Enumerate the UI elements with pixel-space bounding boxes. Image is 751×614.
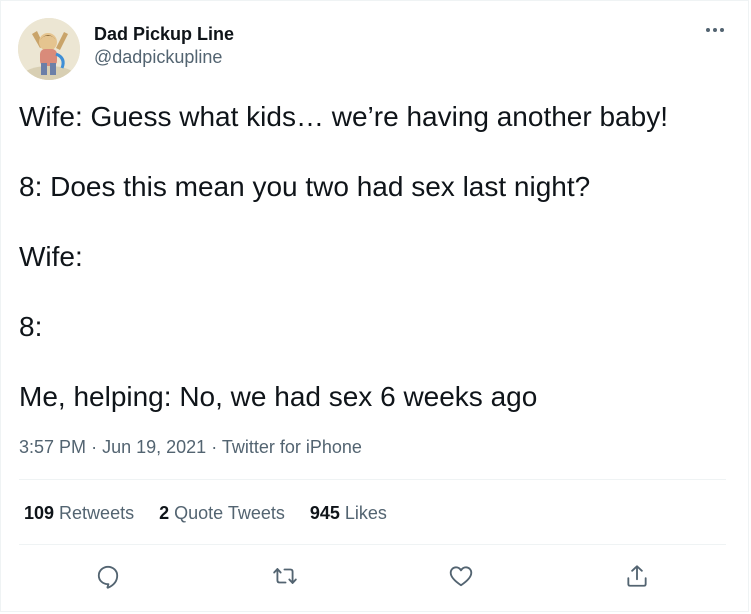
likes-count: 945 — [309, 503, 340, 523]
display-name[interactable]: Dad Pickup Line — [94, 23, 234, 45]
tweet-meta: 3:57 PM · Jun 19, 2021 · Twitter for iPh… — [19, 435, 362, 459]
likes-stat[interactable]: 945 Likes — [310, 501, 387, 525]
tweet-time[interactable]: 3:57 PM — [19, 437, 86, 457]
avatar-image — [18, 18, 80, 80]
retweet-icon — [273, 568, 297, 584]
tweet-header: Dad Pickup Line @dadpickupline — [18, 18, 234, 80]
quote-tweets-count: 2 — [159, 503, 170, 523]
tweet-card: Dad Pickup Line @dadpickupline Wife: Gue… — [0, 0, 749, 612]
reply-button[interactable] — [91, 559, 125, 593]
user-block: Dad Pickup Line @dadpickupline — [94, 23, 234, 69]
reply-icon — [97, 565, 119, 589]
user-handle[interactable]: @dadpickupline — [94, 45, 234, 69]
divider — [19, 544, 726, 545]
meta-separator: · — [91, 437, 98, 457]
retweets-count: 109 — [24, 503, 55, 523]
tweet-stats: 109 Retweets 2 Quote Tweets 945 Likes — [24, 501, 412, 525]
tweet-line: Wife: — [19, 241, 83, 272]
share-button[interactable] — [620, 559, 654, 593]
more-icon — [706, 28, 724, 32]
retweet-button[interactable] — [268, 559, 302, 593]
retweets-stat[interactable]: 109 Retweets — [24, 501, 134, 525]
quote-tweets-stat[interactable]: 2 Quote Tweets — [159, 501, 285, 525]
tweet-date[interactable]: Jun 19, 2021 — [102, 437, 206, 457]
like-icon — [449, 566, 473, 587]
tweet-line: 8: Does this mean you two had sex last n… — [19, 171, 591, 202]
action-bar — [1, 559, 750, 593]
avatar[interactable] — [18, 18, 80, 80]
quote-tweets-label: Quote Tweets — [174, 503, 285, 523]
tweet-line: Me, helping: No, we had sex 6 weeks ago — [19, 381, 538, 412]
likes-label: Likes — [344, 503, 387, 523]
meta-separator: · — [211, 437, 218, 457]
tweet-source[interactable]: Twitter for iPhone — [222, 437, 362, 457]
tweet-line: Wife: Guess what kids… we’re having anot… — [19, 101, 668, 132]
divider — [19, 479, 726, 480]
like-button[interactable] — [444, 559, 478, 593]
tweet-text: Wife: Guess what kids… we’re having anot… — [19, 99, 719, 449]
tweet-line: 8: — [19, 311, 43, 342]
share-icon — [627, 565, 647, 587]
more-options-button[interactable] — [704, 21, 726, 39]
retweets-label: Retweets — [59, 503, 135, 523]
